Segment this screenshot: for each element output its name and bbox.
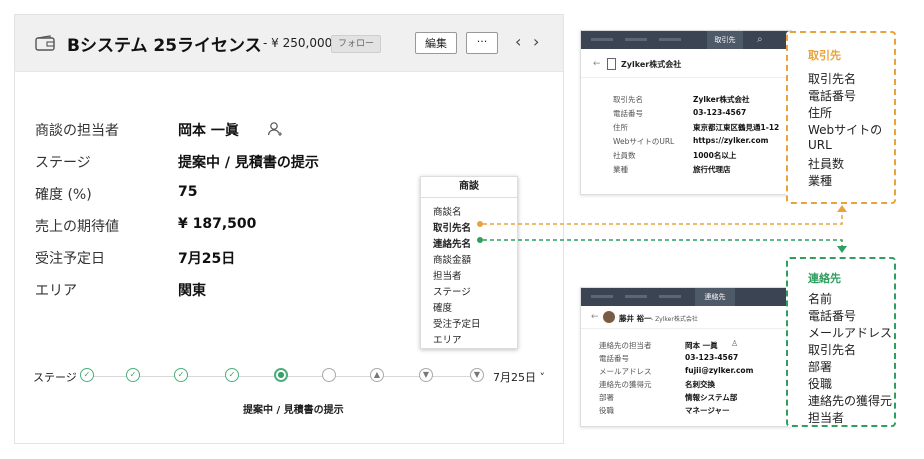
connector-line-contact: [483, 239, 843, 248]
contact-callout-item: メールアドレス: [808, 326, 893, 340]
account-callout-item: 電話番号: [808, 89, 857, 103]
contact-callout-title: 連絡先: [808, 272, 841, 285]
contact-callout: 連絡先 名前 電話番号 メールアドレス 取引先名 部署 役職 連絡先の獲得元 担…: [786, 257, 896, 427]
contact-callout-item: 電話番号: [808, 309, 857, 323]
account-callout-item: 取引先名: [808, 72, 857, 86]
contact-callout-item: 連絡先の獲得元: [808, 394, 893, 408]
account-callout-item: 業種: [808, 174, 833, 188]
account-callout-item: 住所: [808, 106, 833, 120]
account-callout: 取引先 取引先名 電話番号 住所 Webサイトの URL 社員数 業種: [786, 31, 896, 204]
contact-callout-item: 担当者: [808, 411, 845, 425]
account-callout-item: 社員数: [808, 157, 845, 171]
connector-dot-account: [477, 221, 483, 227]
connector-line-account: [483, 210, 843, 225]
contact-callout-item: 役職: [808, 377, 833, 391]
account-callout-item: URL: [808, 138, 832, 152]
contact-callout-item: 取引先名: [808, 343, 857, 357]
contact-callout-item: 名前: [808, 292, 833, 306]
connector-arrow-contact: [837, 246, 847, 253]
contact-callout-item: 部署: [808, 360, 833, 374]
account-callout-title: 取引先: [808, 49, 841, 62]
connector-dot-contact: [477, 237, 483, 243]
connector-arrow-account: [837, 205, 847, 212]
account-callout-item: Webサイトの: [808, 123, 883, 137]
